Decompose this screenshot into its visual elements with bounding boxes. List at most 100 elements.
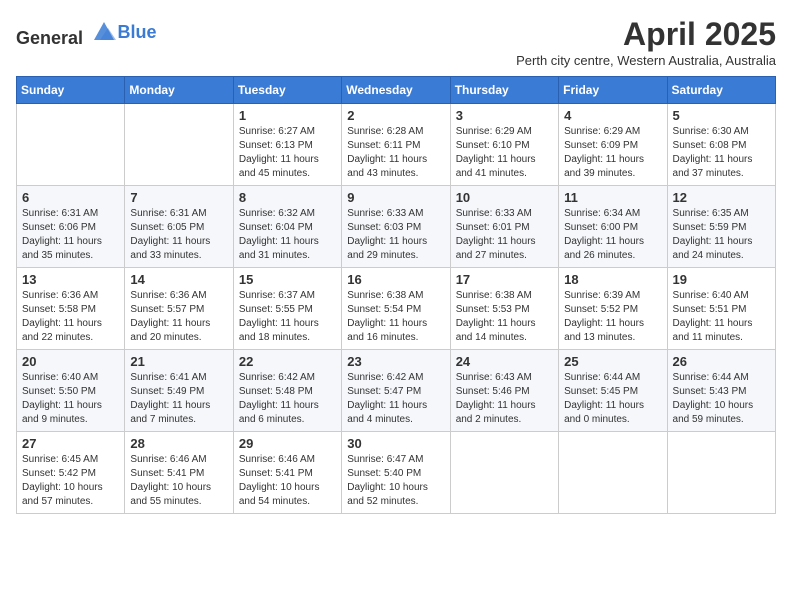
day-number: 3 [456,108,553,123]
calendar-cell: 23Sunrise: 6:42 AM Sunset: 5:47 PM Dayli… [342,350,450,432]
day-info: Sunrise: 6:40 AM Sunset: 5:50 PM Dayligh… [22,371,119,427]
day-number: 22 [239,354,336,369]
calendar-cell: 16 Sunrise: 6:38 AM Sunset: 5:54 PM Dayli… [342,268,450,350]
day-info: Sunrise: 6:38 AM Sunset: 5:53 PM Dayligh… [456,289,553,345]
day-info: Sunrise: 6:29 AM Sunset: 6:09 PM Dayligh… [564,125,661,181]
calendar-cell: 27 Sunrise: 6:45 AM Sunset: 5:42 PM Dayli… [17,432,125,514]
day-info: Sunrise: 6:45 AM Sunset: 5:42 PM Dayligh… [22,453,119,509]
calendar-cell: 2 Sunrise: 6:28 AM Sunset: 6:11 PM Daylig… [342,104,450,186]
day-info: Sunrise: 6:35 AM Sunset: 5:59 PM Dayligh… [673,207,770,263]
weekday-header-sunday: Sunday [17,77,125,104]
day-number: 6 [22,190,119,205]
day-info: Sunrise: 6:44 AM Sunset: 5:43 PM Dayligh… [673,371,770,427]
day-number: 18 [564,272,661,287]
month-title: April 2025 [516,16,776,53]
day-number: 27 [22,436,119,451]
day-number: 10 [456,190,553,205]
calendar-cell: 21 Sunrise: 6:41 AM Sunset: 5:49 PM Dayli… [125,350,233,432]
calendar-cell: 24 Sunrise: 6:43 AM Sunset: 5:46 PM Dayli… [450,350,558,432]
calendar-week-3: 13 Sunrise: 6:36 AM Sunset: 5:58 PM Dayli… [17,268,776,350]
calendar-cell: 7Sunrise: 6:31 AM Sunset: 6:05 PM Daylig… [125,186,233,268]
calendar-cell: 18Sunrise: 6:39 AM Sunset: 5:52 PM Dayli… [559,268,667,350]
weekday-header-saturday: Saturday [667,77,775,104]
day-info: Sunrise: 6:34 AM Sunset: 6:00 PM Dayligh… [564,207,661,263]
day-info: Sunrise: 6:46 AM Sunset: 5:41 PM Dayligh… [239,453,336,509]
day-info: Sunrise: 6:28 AM Sunset: 6:11 PM Dayligh… [347,125,444,181]
day-number: 9 [347,190,444,205]
day-number: 23 [347,354,444,369]
day-number: 21 [130,354,227,369]
calendar-cell: 17 Sunrise: 6:38 AM Sunset: 5:53 PM Dayli… [450,268,558,350]
day-number: 15 [239,272,336,287]
calendar: SundayMondayTuesdayWednesdayThursdayFrid… [16,76,776,514]
day-info: Sunrise: 6:43 AM Sunset: 5:46 PM Dayligh… [456,371,553,427]
calendar-cell: 29 Sunrise: 6:46 AM Sunset: 5:41 PM Dayli… [233,432,341,514]
day-number: 13 [22,272,119,287]
day-info: Sunrise: 6:46 AM Sunset: 5:41 PM Dayligh… [130,453,227,509]
title-area: April 2025 Perth city centre, Western Au… [516,16,776,68]
calendar-cell [559,432,667,514]
calendar-cell: 22 Sunrise: 6:42 AM Sunset: 5:48 PM Dayli… [233,350,341,432]
calendar-week-5: 27 Sunrise: 6:45 AM Sunset: 5:42 PM Dayli… [17,432,776,514]
calendar-cell [450,432,558,514]
weekday-header-tuesday: Tuesday [233,77,341,104]
calendar-cell: 10 Sunrise: 6:33 AM Sunset: 6:01 PM Dayli… [450,186,558,268]
weekday-header-thursday: Thursday [450,77,558,104]
calendar-cell: 19Sunrise: 6:40 AM Sunset: 5:51 PM Dayli… [667,268,775,350]
day-info: Sunrise: 6:33 AM Sunset: 6:03 PM Dayligh… [347,207,444,263]
calendar-cell: 4Sunrise: 6:29 AM Sunset: 6:09 PM Daylig… [559,104,667,186]
day-info: Sunrise: 6:40 AM Sunset: 5:51 PM Dayligh… [673,289,770,345]
day-info: Sunrise: 6:36 AM Sunset: 5:58 PM Dayligh… [22,289,119,345]
day-number: 1 [239,108,336,123]
calendar-cell [667,432,775,514]
day-number: 26 [673,354,770,369]
day-info: Sunrise: 6:44 AM Sunset: 5:45 PM Dayligh… [564,371,661,427]
calendar-cell: 11 Sunrise: 6:34 AM Sunset: 6:00 PM Dayli… [559,186,667,268]
calendar-cell [17,104,125,186]
day-number: 16 [347,272,444,287]
day-number: 2 [347,108,444,123]
day-number: 24 [456,354,553,369]
calendar-cell: 8Sunrise: 6:32 AM Sunset: 6:04 PM Daylig… [233,186,341,268]
day-number: 17 [456,272,553,287]
calendar-cell: 1 Sunrise: 6:27 AM Sunset: 6:13 PM Daylig… [233,104,341,186]
calendar-cell [125,104,233,186]
calendar-week-1: 1 Sunrise: 6:27 AM Sunset: 6:13 PM Daylig… [17,104,776,186]
day-info: Sunrise: 6:47 AM Sunset: 5:40 PM Dayligh… [347,453,444,509]
calendar-week-4: 20 Sunrise: 6:40 AM Sunset: 5:50 PM Dayli… [17,350,776,432]
day-number: 25 [564,354,661,369]
calendar-cell: 6Sunrise: 6:31 AM Sunset: 6:06 PM Daylig… [17,186,125,268]
day-info: Sunrise: 6:27 AM Sunset: 6:13 PM Dayligh… [239,125,336,181]
day-number: 5 [673,108,770,123]
day-number: 20 [22,354,119,369]
day-number: 12 [673,190,770,205]
calendar-cell: 5 Sunrise: 6:30 AM Sunset: 6:08 PM Daylig… [667,104,775,186]
weekday-header-wednesday: Wednesday [342,77,450,104]
logo-general: General [16,28,83,48]
weekday-header-row: SundayMondayTuesdayWednesdayThursdayFrid… [17,77,776,104]
day-info: Sunrise: 6:33 AM Sunset: 6:01 PM Dayligh… [456,207,553,263]
day-number: 11 [564,190,661,205]
calendar-cell: 30 Sunrise: 6:47 AM Sunset: 5:40 PM Dayli… [342,432,450,514]
logo: General Blue [16,16,157,49]
calendar-cell: 9 Sunrise: 6:33 AM Sunset: 6:03 PM Daylig… [342,186,450,268]
logo-icon [90,16,118,44]
logo-blue: Blue [118,22,157,42]
calendar-cell: 13 Sunrise: 6:36 AM Sunset: 5:58 PM Dayli… [17,268,125,350]
day-info: Sunrise: 6:42 AM Sunset: 5:48 PM Dayligh… [239,371,336,427]
day-info: Sunrise: 6:32 AM Sunset: 6:04 PM Dayligh… [239,207,336,263]
calendar-cell: 3 Sunrise: 6:29 AM Sunset: 6:10 PM Daylig… [450,104,558,186]
subtitle: Perth city centre, Western Australia, Au… [516,53,776,68]
day-info: Sunrise: 6:29 AM Sunset: 6:10 PM Dayligh… [456,125,553,181]
weekday-header-monday: Monday [125,77,233,104]
day-info: Sunrise: 6:30 AM Sunset: 6:08 PM Dayligh… [673,125,770,181]
calendar-cell: 12 Sunrise: 6:35 AM Sunset: 5:59 PM Dayli… [667,186,775,268]
day-number: 29 [239,436,336,451]
day-number: 28 [130,436,227,451]
header: General Blue April 2025 Perth city centr… [16,16,776,68]
day-info: Sunrise: 6:41 AM Sunset: 5:49 PM Dayligh… [130,371,227,427]
day-info: Sunrise: 6:38 AM Sunset: 5:54 PM Dayligh… [347,289,444,345]
day-number: 30 [347,436,444,451]
day-info: Sunrise: 6:37 AM Sunset: 5:55 PM Dayligh… [239,289,336,345]
calendar-cell: 15 Sunrise: 6:37 AM Sunset: 5:55 PM Dayli… [233,268,341,350]
